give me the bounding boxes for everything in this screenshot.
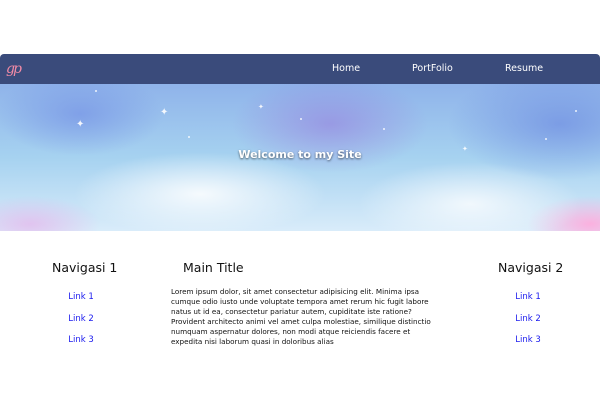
left-nav-link-1[interactable]: Link 1 (41, 292, 121, 303)
site-logo[interactable]: gp (6, 59, 26, 79)
main-title: Main Title (183, 260, 244, 275)
star-dot (95, 90, 97, 92)
right-nav-links: Link 1 Link 2 Link 3 (488, 292, 568, 357)
left-nav-link-3[interactable]: Link 3 (41, 335, 121, 346)
left-nav-heading: Navigasi 1 (52, 260, 118, 275)
hero-banner: ✦ ✦ ✦ ✦ Welcome to my Site (0, 84, 600, 231)
star-dot (188, 136, 190, 138)
main-body-text: Lorem ipsum dolor, sit amet consectetur … (171, 287, 431, 346)
page: gp Home PortFolio Resume ✦ ✦ ✦ ✦ Welcome… (0, 0, 600, 400)
left-nav-links: Link 1 Link 2 Link 3 (41, 292, 121, 357)
star-dot (545, 138, 547, 140)
right-nav-link-3[interactable]: Link 3 (488, 335, 568, 346)
sparkle-icon: ✦ (76, 119, 85, 130)
right-nav-heading: Navigasi 2 (498, 260, 564, 275)
navbar: gp Home PortFolio Resume (0, 54, 600, 84)
sparkle-icon: ✦ (160, 107, 169, 118)
nav-link-portfolio[interactable]: PortFolio (412, 54, 453, 84)
hero-title: Welcome to my Site (238, 148, 362, 161)
right-nav-link-1[interactable]: Link 1 (488, 292, 568, 303)
sparkle-icon: ✦ (258, 103, 264, 111)
star-dot (300, 118, 302, 120)
nav-link-home[interactable]: Home (332, 54, 360, 84)
left-nav-link-2[interactable]: Link 2 (41, 314, 121, 325)
nav-link-resume[interactable]: Resume (505, 54, 543, 84)
star-dot (575, 110, 577, 112)
right-nav-link-2[interactable]: Link 2 (488, 314, 568, 325)
star-dot (383, 128, 385, 130)
